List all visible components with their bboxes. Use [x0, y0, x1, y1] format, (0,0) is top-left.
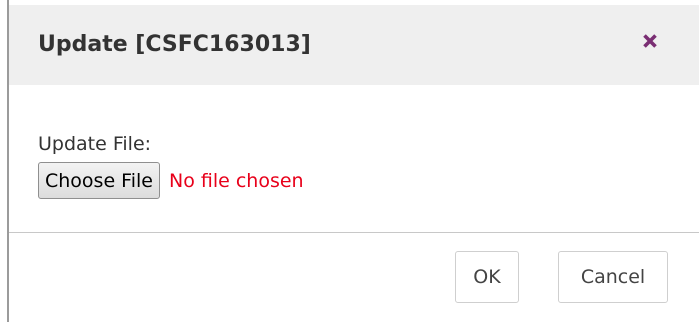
dialog-title: Update [CSFC163013] — [38, 32, 311, 57]
screenshot-frame: Update [CSFC163013] Update File: Choose … — [0, 0, 699, 322]
file-input[interactable]: Choose File No file chosen — [38, 161, 304, 200]
dialog-footer: OK Cancel — [9, 232, 699, 322]
file-status-text: No file chosen — [168, 169, 304, 192]
close-x-icon — [643, 34, 657, 48]
update-file-label: Update File: — [38, 133, 152, 155]
ok-button[interactable]: OK — [455, 251, 519, 303]
dialog-header: Update [CSFC163013] — [9, 5, 699, 85]
close-button[interactable] — [630, 23, 670, 59]
choose-file-button[interactable]: Choose File — [38, 162, 160, 199]
update-dialog: Update [CSFC163013] Update File: Choose … — [9, 0, 699, 322]
dialog-body: Update File: Choose File No file chosen — [9, 85, 699, 232]
cancel-button[interactable]: Cancel — [558, 251, 668, 303]
